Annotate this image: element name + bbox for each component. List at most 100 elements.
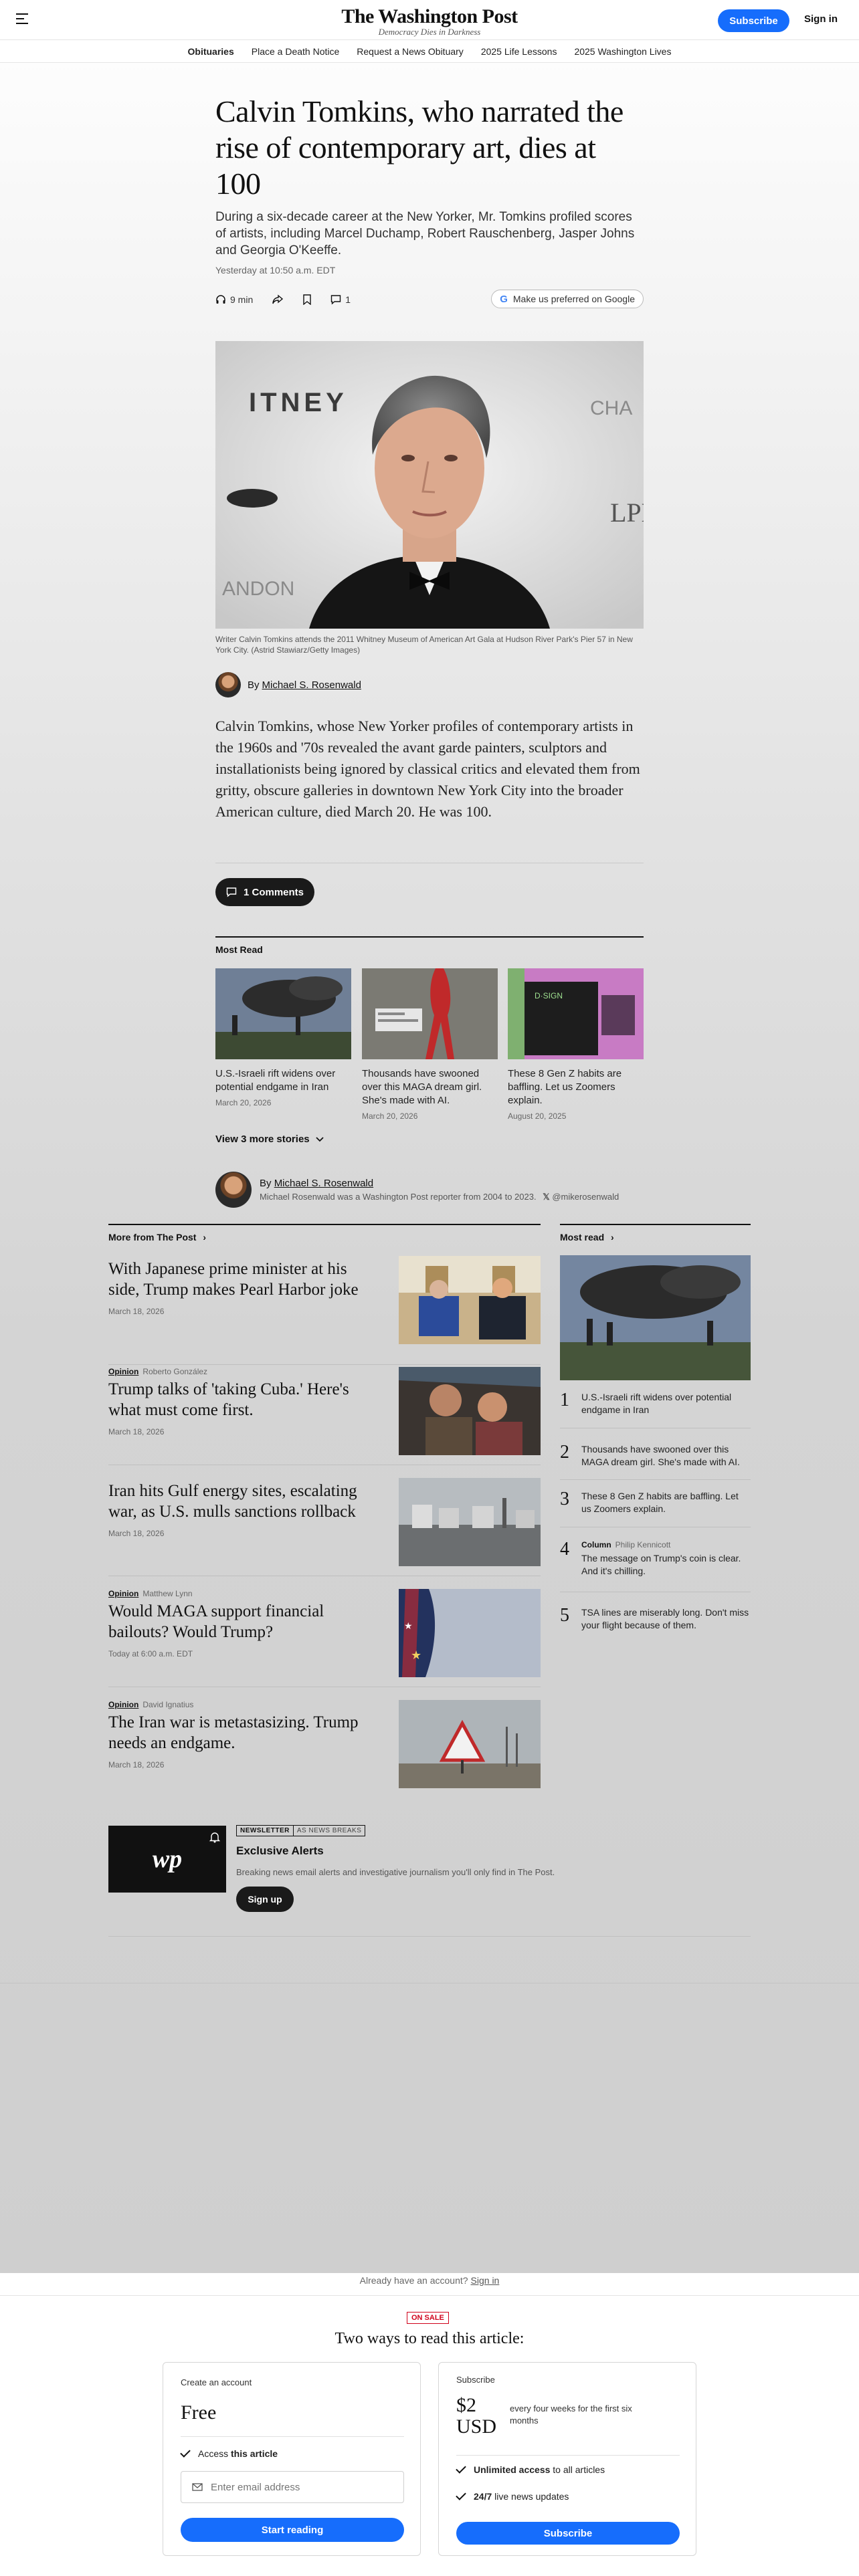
opinion-label: Opinion [108, 1589, 139, 1598]
rail-title: Thousands have swooned over this MAGA dr… [581, 1444, 740, 1467]
most-read-thumbnail [362, 968, 498, 1059]
svg-text:★: ★ [404, 1620, 413, 1631]
plan-price: $2 USD [456, 2395, 496, 2438]
email-field[interactable] [181, 2471, 404, 2503]
story-title: Would MAGA support financial bailouts? W… [108, 1602, 324, 1641]
story-item[interactable]: With Japanese prime minister at his side… [108, 1256, 541, 1344]
comments-count-button[interactable]: 1 [330, 294, 351, 305]
rail-rank: 1 [560, 1390, 569, 1410]
feature-rest: live news updates [494, 2491, 569, 2502]
author-bio-text: Michael Rosenwald was a Washington Post … [260, 1191, 537, 1202]
comment-icon [226, 887, 237, 897]
section-nav: Obituaries Place a Death Notice Request … [0, 40, 859, 63]
headphones-icon [216, 295, 225, 304]
rail-item[interactable]: 3 These 8 Gen Z habits are baffling. Let… [560, 1490, 751, 1515]
sign-in-link[interactable]: Sign in [804, 13, 838, 25]
story-item[interactable]: Opinion David Ignatius The Iran war is me… [108, 1700, 541, 1788]
rail-item[interactable]: 5 TSA lines are miserably long. Don't mi… [560, 1606, 751, 1632]
byline: By Michael S. Rosenwald [215, 672, 644, 697]
subscribe-button[interactable]: Subscribe [718, 9, 789, 32]
article-lede: Calvin Tomkins, whose New Yorker profile… [215, 718, 640, 820]
author-handle[interactable]: @mikerosenwald [552, 1192, 619, 1202]
story-thumbnail [399, 1478, 541, 1566]
divider [181, 2436, 404, 2437]
price-note: every four weeks for the first six month… [510, 2403, 632, 2426]
most-read-heading: Most Read [215, 944, 263, 955]
story-title: With Japanese prime minister at his side… [108, 1260, 359, 1299]
newsletter-title: Exclusive Alerts [236, 1844, 324, 1857]
share-button[interactable] [272, 294, 284, 305]
save-button[interactable] [302, 294, 312, 305]
plan-price: Free [181, 2401, 217, 2424]
nav-item-death-notice[interactable]: Place a Death Notice [252, 46, 340, 57]
rail-rule [560, 1224, 751, 1225]
paywall-sign-in-link[interactable]: Sign in [471, 2275, 500, 2286]
view-more-stories-button[interactable]: View 3 more stories [215, 1134, 644, 1145]
rail-lead-image[interactable] [560, 1255, 751, 1380]
x-social-icon[interactable]: 𝕏 [543, 1192, 549, 1202]
most-read-card[interactable]: Thousands have swooned over this MAGA dr… [362, 968, 498, 1121]
plan-feature: Unlimited access to all articles [456, 2463, 605, 2475]
start-reading-button[interactable]: Start reading [181, 2518, 404, 2542]
bell-icon [209, 1832, 221, 1843]
author-name-link[interactable]: Michael S. Rosenwald [274, 1178, 373, 1189]
rail-item[interactable]: 4 Column Philip Kennicott The message on … [560, 1540, 751, 1578]
story-item[interactable]: Opinion Roberto González Trump talks of '… [108, 1367, 541, 1455]
feature-rest: to all articles [553, 2464, 605, 2475]
nav-item-obituaries[interactable]: Obituaries [188, 46, 234, 57]
svg-text:CHA: CHA [590, 397, 632, 419]
author-bio-box: By Michael S. Rosenwald Michael Rosenwal… [215, 1170, 644, 1209]
rail-item[interactable]: 1 U.S.-Israeli rift widens over potentia… [560, 1391, 751, 1416]
subscribe-plan-button[interactable]: Subscribe [456, 2522, 680, 2545]
rail-most-read-heading[interactable]: Most read › [560, 1232, 614, 1243]
price-amount: $2 [456, 2394, 476, 2416]
divider [0, 2295, 859, 2296]
listen-button[interactable]: 9 min [215, 294, 253, 305]
google-preferred-button[interactable]: G Make us preferred on Google [491, 290, 644, 308]
nav-item-request-obituary[interactable]: Request a News Obituary [357, 46, 464, 57]
most-read-card[interactable]: U.S.-Israeli rift widens over potential … [215, 968, 351, 1107]
story-item[interactable]: Iran hits Gulf energy sites, escalating … [108, 1478, 541, 1566]
wp-logo: wp [152, 1845, 183, 1873]
rail-title: These 8 Gen Z habits are baffling. Let u… [581, 1491, 739, 1514]
author-link[interactable]: Michael S. Rosenwald [262, 679, 361, 691]
chevron-right-icon: › [203, 1232, 207, 1243]
nav-item-life-lessons[interactable]: 2025 Life Lessons [481, 46, 557, 57]
newsletter-tags: NEWSLETTER AS NEWS BREAKS [236, 1825, 366, 1836]
most-read-date: March 20, 2026 [215, 1098, 272, 1107]
story-author: Matthew Lynn [142, 1589, 193, 1598]
rail-title: U.S.-Israeli rift widens over potential … [581, 1392, 732, 1415]
envelope-icon [192, 2483, 203, 2491]
rail-rank: 5 [560, 1605, 569, 1626]
nav-item-washington-lives[interactable]: 2025 Washington Lives [574, 46, 671, 57]
author-by: By [260, 1177, 272, 1189]
rail-column-label: Column Philip Kennicott [581, 1540, 751, 1549]
opinion-label: Opinion [108, 1367, 139, 1376]
story-title: The Iran war is metastasizing. Trump nee… [108, 1713, 359, 1752]
most-read-date: August 20, 2025 [508, 1111, 567, 1121]
article-actions: 9 min 1 G Make us preferred on Google [215, 290, 644, 310]
author-avatar[interactable] [215, 672, 241, 697]
rail-title: The message on Trump's coin is clear. An… [581, 1553, 741, 1576]
most-read-card[interactable]: D·SIGN These 8 Gen Z habits are baffling… [508, 968, 644, 1121]
newsletter-signup-button[interactable]: Sign up [236, 1887, 294, 1912]
story-title: Iran hits Gulf energy sites, escalating … [108, 1482, 357, 1521]
comment-icon [331, 295, 341, 305]
more-from-heading[interactable]: More from The Post › [108, 1232, 206, 1243]
story-thumbnail [399, 1700, 541, 1788]
divider [108, 1364, 541, 1365]
paid-plan-card: Subscribe $2 USD every four weeks for th… [438, 2362, 696, 2556]
chevron-down-icon [315, 1136, 324, 1142]
feature-bold: Unlimited access [474, 2464, 551, 2475]
story-item[interactable]: Opinion Matthew Lynn Would MAGA support f… [108, 1589, 541, 1677]
comments-button[interactable]: 1 Comments [215, 878, 314, 906]
author-avatar[interactable] [215, 1172, 252, 1208]
newsletter-tag: NEWSLETTER [236, 1825, 294, 1836]
most-read-thumbnail: D·SIGN [508, 968, 644, 1059]
most-read-title: U.S.-Israeli rift widens over potential … [215, 1068, 336, 1093]
email-input[interactable] [211, 2481, 385, 2493]
rail-item[interactable]: 2 Thousands have swooned over this MAGA … [560, 1443, 751, 1469]
portrait-image: ITNEY CHA LPM ANDON [215, 341, 644, 629]
hero-photo[interactable]: ITNEY CHA LPM ANDON [215, 341, 644, 629]
plan-label: Subscribe [456, 2375, 495, 2385]
